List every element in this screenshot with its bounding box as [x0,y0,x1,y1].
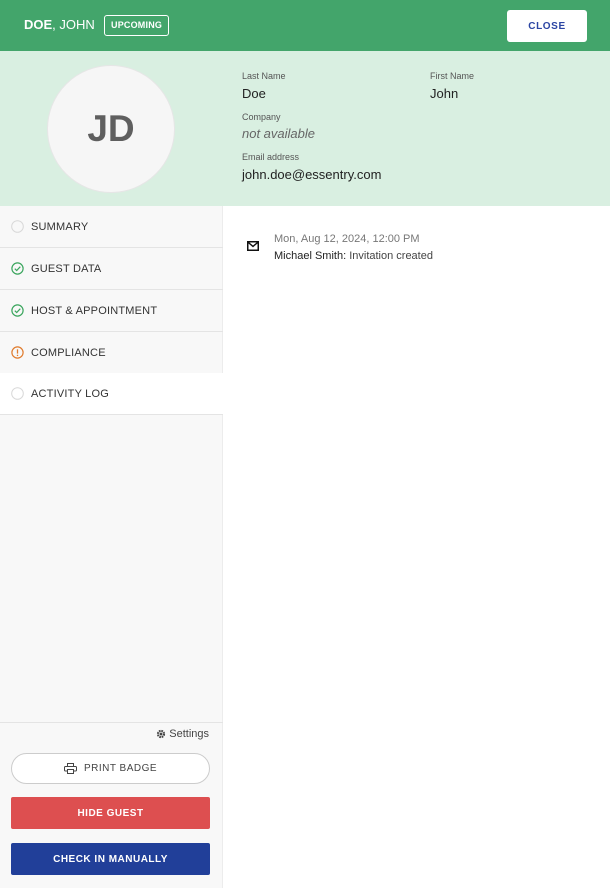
close-button[interactable]: CLOSE [507,10,587,42]
hide-guest-button[interactable]: HIDE GUEST [11,797,210,829]
company-label: Company [242,112,281,122]
check-in-manually-button[interactable]: CHECK IN MANUALLY [11,843,210,875]
sidebar-item-compliance[interactable]: COMPLIANCE [0,332,223,374]
guest-name-title: DOE, JOHN [24,17,95,32]
header-bar: DOE, JOHN UPCOMING CLOSE [0,0,610,51]
first-name-value: John [430,86,459,101]
avatar: JD [47,65,175,193]
envelope-icon [247,241,259,251]
empty-circle-icon [11,220,24,233]
sidebar-item-activity-log[interactable]: ACTIVITY LOG [0,373,223,415]
check-circle-icon [11,262,24,275]
email-label: Email address [242,152,300,162]
gear-icon [157,729,166,739]
empty-circle-icon [11,387,24,400]
guest-first-name: , JOHN [52,17,95,32]
last-name-label: Last Name [242,71,286,81]
printer-icon [63,763,77,774]
status-badge: UPCOMING [104,15,170,36]
activity-actor: Michael Smith: [274,250,347,262]
company-value: not available [242,126,315,141]
sidebar-item-label: GUEST DATA [31,262,102,275]
print-badge-button[interactable]: PRINT BADGE [11,753,210,784]
sidebar-item-label: HOST & APPOINTMENT [31,304,158,317]
sidebar-item-label: COMPLIANCE [31,346,106,359]
sidebar-item-guest-data[interactable]: GUEST DATA [0,248,223,290]
check-circle-icon [11,304,24,317]
warning-circle-icon [11,346,24,359]
settings-label: Settings [169,728,209,740]
sidebar-item-label: ACTIVITY LOG [31,387,109,400]
email-value: john.doe@essentry.com [242,167,382,182]
sidebar-item-label: SUMMARY [31,220,89,233]
sidebar: SUMMARY GUEST DATA HOST & APPOINTMENT CO… [0,206,223,888]
first-name-label: First Name [430,71,475,81]
sidebar-item-host-appointment[interactable]: HOST & APPOINTMENT [0,290,223,332]
activity-description: Michael Smith: Invitation created [274,250,433,262]
settings-link[interactable]: Settings [156,728,209,740]
guest-last-name: DOE [24,17,53,32]
print-badge-label: PRINT BADGE [83,763,158,774]
last-name-value: Doe [242,86,266,101]
activity-timestamp: Mon, Aug 12, 2024, 12:00 PM [274,233,420,245]
sidebar-item-summary[interactable]: SUMMARY [0,206,223,248]
activity-action: Invitation created [346,250,433,262]
sidebar-divider [0,722,223,723]
profile-panel: JD Last Name Doe First Name John Company… [0,51,610,206]
